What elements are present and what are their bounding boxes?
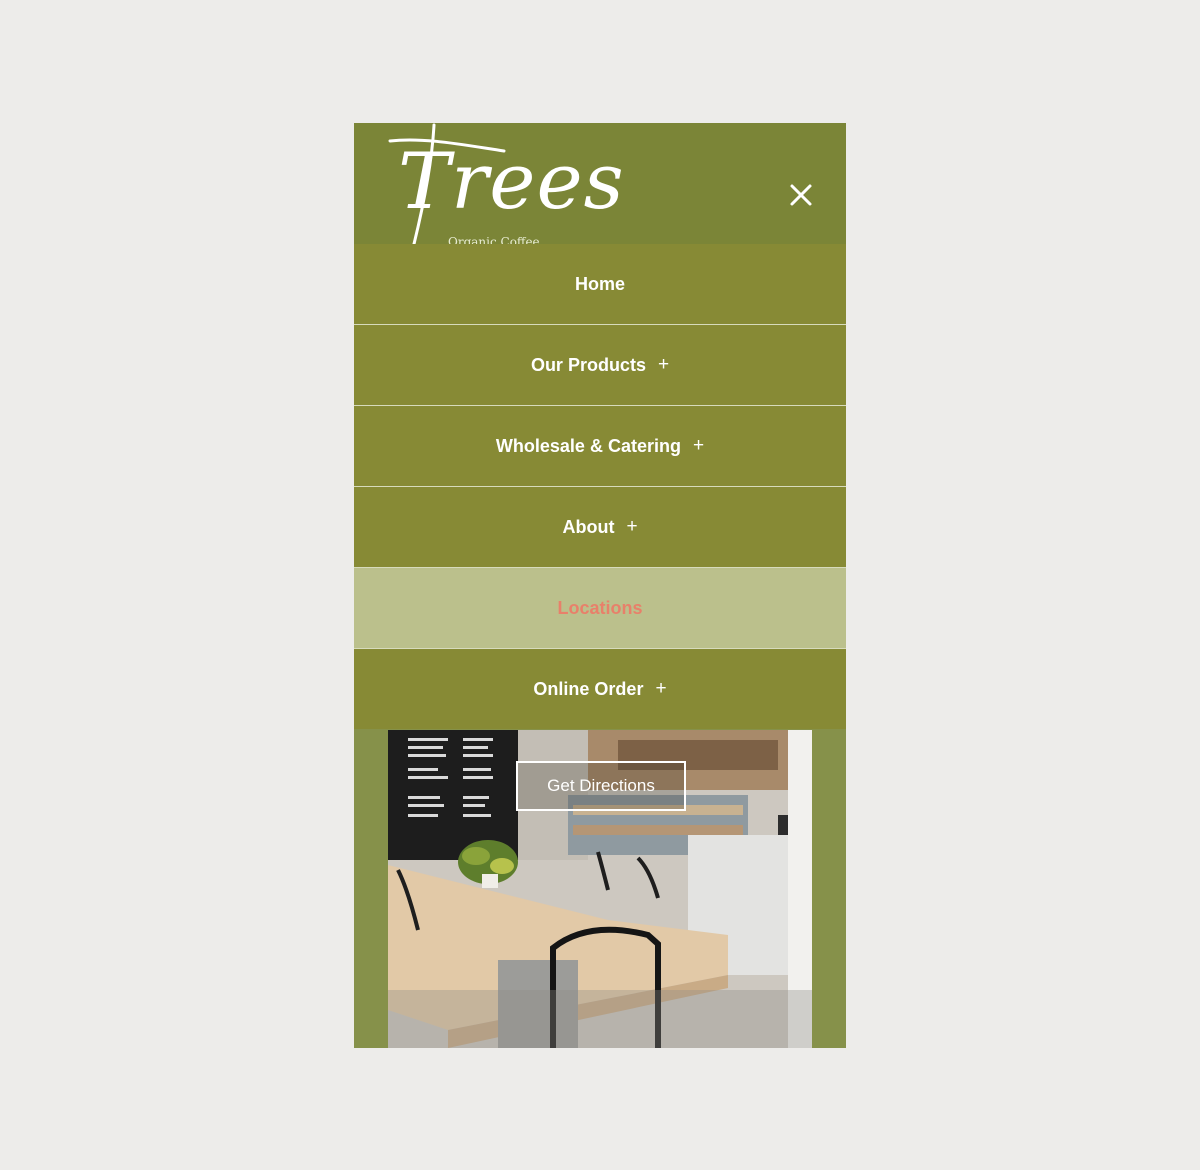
menu-item-home[interactable]: Home xyxy=(354,244,846,325)
close-icon xyxy=(790,184,812,206)
menu-item-label: Online Order xyxy=(533,678,644,699)
get-directions-button[interactable]: Get Directions xyxy=(516,761,686,811)
menu-item-label: Home xyxy=(574,273,625,294)
menu-item-label: About xyxy=(562,516,615,537)
close-menu-button[interactable] xyxy=(785,179,817,211)
expand-plus-icon[interactable]: + xyxy=(655,678,666,700)
menu-item-our-products[interactable]: Our Products + xyxy=(354,325,846,406)
logo-text: Trees xyxy=(398,137,625,227)
menu-item-label: Locations xyxy=(557,597,643,618)
menu-item-about[interactable]: About + xyxy=(354,487,846,568)
logo-tagline: Organic Coffee xyxy=(448,235,540,244)
main-nav-menu: Home Our Products + Wholesale & Catering + Ab… xyxy=(354,244,846,729)
menu-item-label: Wholesale & Catering xyxy=(495,435,681,456)
expand-plus-icon[interactable]: + xyxy=(626,516,637,538)
menu-item-wholesale-catering[interactable]: Wholesale & Catering + xyxy=(354,406,846,487)
expand-plus-icon[interactable]: + xyxy=(693,435,704,457)
site-header: Trees Organic Coffee xyxy=(354,123,846,244)
trees-logo[interactable]: Trees Organic Coffee xyxy=(384,123,624,244)
menu-item-online-order[interactable]: Online Order + xyxy=(354,649,846,729)
expand-plus-icon[interactable]: + xyxy=(658,354,669,376)
menu-item-label: Our Products xyxy=(530,354,646,375)
menu-item-locations[interactable]: Locations xyxy=(354,568,846,649)
mobile-viewport: Trees Organic Coffee Home Our Products + Wh… xyxy=(354,123,846,1048)
